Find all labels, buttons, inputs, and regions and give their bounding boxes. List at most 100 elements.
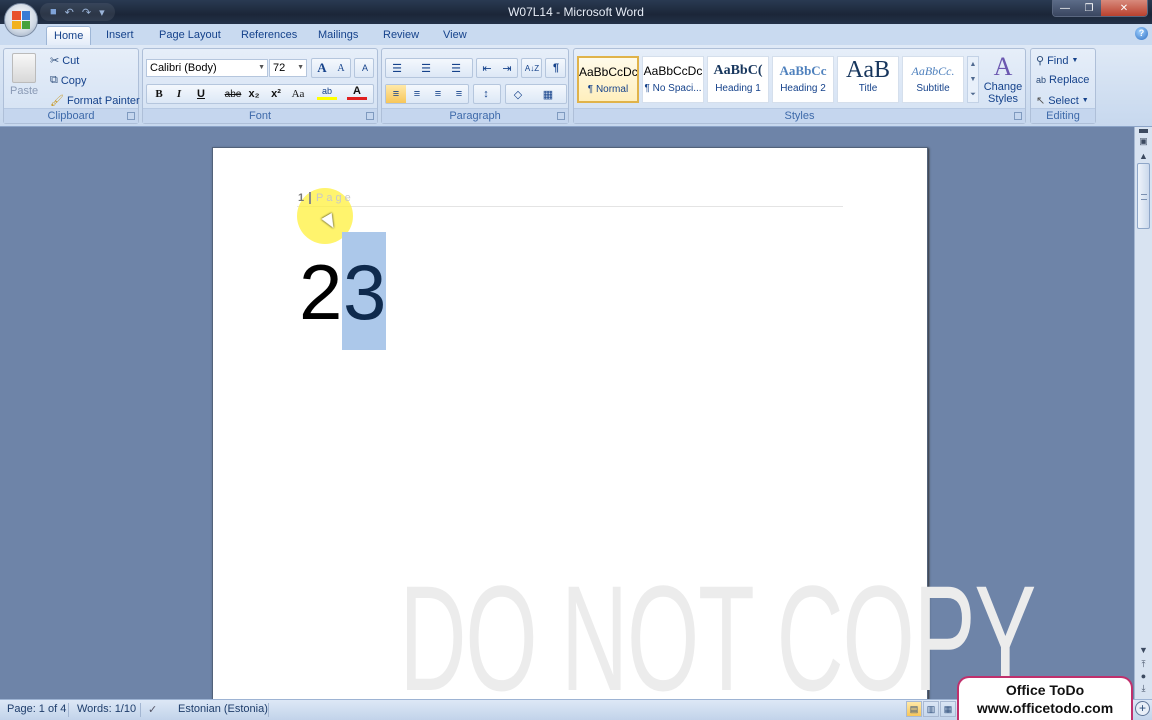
cut-button[interactable]: ✂ Cut (50, 54, 79, 68)
web-layout-icon[interactable]: ▦ (940, 701, 956, 717)
ruler-toggle-icon[interactable]: ▣ (1137, 136, 1150, 148)
align-right-button[interactable]: ≡ (428, 85, 448, 103)
increase-indent-button[interactable]: ⇥ (497, 59, 517, 77)
document-page[interactable]: 1 Page 2 3 DO NOT COPY (212, 147, 1036, 720)
strikethrough-button[interactable]: abe (223, 85, 243, 103)
badge-title: Office ToDo (1005, 682, 1085, 698)
scroll-down-arrow-icon[interactable]: ▼ (1137, 645, 1150, 657)
tab-mailings[interactable]: Mailings (311, 26, 365, 45)
watermark-text: DO NOT COPY (399, 554, 1036, 720)
minimize-button[interactable]: — (1053, 0, 1077, 16)
style-title[interactable]: AaB Title (837, 56, 899, 103)
style-heading-1[interactable]: AaBbC( Heading 1 (707, 56, 769, 103)
scroll-up-icon[interactable]: ▲ (968, 57, 978, 72)
tab-references[interactable]: References (234, 26, 304, 45)
numbering-button[interactable]: ☰ (416, 59, 436, 77)
scroll-down-icon[interactable]: ▼ (968, 72, 978, 87)
style-heading-2[interactable]: AaBbCc Heading 2 (772, 56, 834, 103)
close-button[interactable]: ✕ (1101, 0, 1147, 16)
page-count[interactable]: Page: 1 of 4 (7, 703, 66, 715)
highlight-color-button[interactable]: ab (317, 85, 337, 100)
bold-button[interactable]: B (149, 85, 169, 103)
paragraph-launcher-icon[interactable] (557, 112, 565, 120)
ribbon: Paste ✂ Cut ⧉ Copy 🖌 Format Painter Clip… (0, 45, 1152, 127)
badge-url: www.officetodo.com (976, 700, 1114, 716)
tab-view[interactable]: View (436, 26, 474, 45)
paragraph-label: Paragraph (382, 108, 568, 123)
tab-review[interactable]: Review (376, 26, 426, 45)
justify-button[interactable]: ≡ (449, 85, 469, 103)
styles-launcher-icon[interactable] (1014, 112, 1022, 120)
title-bar: ■ ↶ ↷ ▾ W07L14 - Microsoft Word — ❐ ✕ (0, 0, 1152, 24)
paste-button[interactable]: Paste (10, 53, 38, 97)
font-format-row: B I U abe x₂ x² Aa ab A (146, 84, 374, 104)
font-size-combo[interactable]: 72 ▼ (269, 59, 307, 77)
proofing-icon[interactable]: ✓ (148, 703, 157, 716)
style-no-spacing[interactable]: AaBbCcDc ¶ No Spaci... (642, 56, 704, 103)
tab-home[interactable]: Home (46, 26, 92, 45)
language-indicator[interactable]: Estonian (Estonia) (178, 703, 268, 715)
borders-button[interactable]: ▦ (538, 85, 558, 103)
chevron-down-icon: ▼ (297, 64, 304, 71)
italic-button[interactable]: I (169, 85, 189, 103)
clear-formatting-button[interactable]: A (355, 59, 375, 77)
bullets-button[interactable]: ☰ (387, 59, 407, 77)
clipboard-group: Paste ✂ Cut ⧉ Copy 🖌 Format Painter Clip… (3, 48, 140, 124)
shrink-font-button[interactable]: A (331, 59, 351, 77)
subscript-button[interactable]: x₂ (244, 85, 264, 103)
body-text-char: 2 (299, 248, 343, 336)
decrease-indent-button[interactable]: ⇤ (477, 59, 497, 77)
scroll-up-arrow-icon[interactable]: ▲ (1137, 151, 1150, 163)
line-spacing-button[interactable]: ↕ (476, 85, 496, 103)
split-handle[interactable] (1139, 129, 1148, 133)
full-screen-reading-icon[interactable]: ▥ (923, 701, 939, 717)
clipboard-launcher-icon[interactable] (127, 112, 135, 120)
select-button[interactable]: ↖ Select ▼ (1036, 94, 1089, 108)
browse-object-icon[interactable]: ● (1137, 671, 1150, 683)
font-launcher-icon[interactable] (366, 112, 374, 120)
more-icon[interactable]: ⏷ (968, 87, 978, 102)
superscript-button[interactable]: x² (266, 85, 286, 103)
tab-page-layout[interactable]: Page Layout (152, 26, 228, 45)
format-painter-button[interactable]: 🖌 Format Painter (50, 94, 140, 108)
scroll-thumb[interactable] (1137, 163, 1150, 229)
change-case-button[interactable]: Aa (288, 85, 308, 103)
align-left-button[interactable]: ≡ (386, 85, 406, 103)
style-subtitle[interactable]: AaBbCc. Subtitle (902, 56, 964, 103)
paintbrush-icon: 🖌 (50, 95, 64, 107)
print-layout-view-icon[interactable]: ▤ (906, 701, 922, 717)
multilevel-list-button[interactable]: ☰ (446, 59, 466, 77)
shading-button[interactable]: ◇ (508, 85, 528, 103)
next-page-icon[interactable]: ⤓ (1137, 683, 1150, 695)
font-name-combo[interactable]: Calibri (Body) ▼ (146, 59, 268, 77)
font-color-button[interactable]: A (347, 85, 367, 100)
copy-button[interactable]: ⧉ Copy (50, 74, 87, 87)
sort-row: A↓Z (521, 58, 542, 78)
previous-page-icon[interactable]: ⤒ (1137, 659, 1150, 671)
find-button[interactable]: ⚲ Find ▼ (1036, 54, 1078, 68)
styles-label: Styles (574, 108, 1025, 123)
replace-button[interactable]: ab Replace (1036, 74, 1089, 86)
office-button[interactable] (4, 3, 38, 37)
align-center-button[interactable]: ≡ (407, 85, 427, 103)
shading-borders-row: ◇ ▦ (505, 84, 567, 104)
change-styles-button[interactable]: A Change Styles (983, 53, 1023, 106)
header-page-label: Page (316, 192, 354, 204)
word-count[interactable]: Words: 1/10 (77, 703, 136, 715)
tab-insert[interactable]: Insert (99, 26, 141, 45)
chevron-down-icon: ▼ (258, 64, 265, 71)
show-marks-button[interactable]: ¶ (546, 59, 566, 77)
grow-font-button[interactable]: A (312, 59, 332, 77)
clipboard-label: Clipboard (4, 108, 138, 123)
underline-button[interactable]: U (191, 85, 211, 103)
vertical-scrollbar[interactable]: ▣ ▲ ▼ ⤒ ● ⤓ (1134, 127, 1152, 699)
style-normal[interactable]: AaBbCcDc ¶ Normal (577, 56, 639, 103)
clear-format-group: A (354, 58, 374, 78)
ribbon-tabs: Home Insert Page Layout References Maili… (0, 24, 1152, 45)
restore-button[interactable]: ❐ (1077, 0, 1101, 16)
editing-label: Editing (1031, 108, 1095, 123)
help-icon[interactable]: ? (1135, 27, 1148, 40)
styles-gallery-scroller[interactable]: ▲ ▼ ⏷ (967, 56, 979, 103)
sort-button[interactable]: A↓Z (522, 59, 542, 77)
zoom-in-icon[interactable]: + (1135, 701, 1150, 716)
